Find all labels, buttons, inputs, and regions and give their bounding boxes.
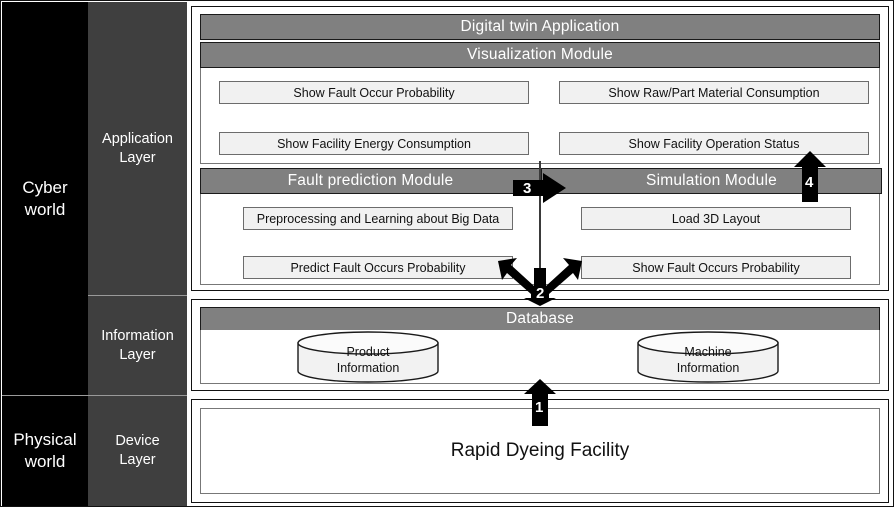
item-show-fault-occurs-probability[interactable]: Show Fault Occurs Probability — [581, 256, 851, 279]
layer-cell-device: Device Layer — [88, 396, 187, 506]
visualization-module-bar: Visualization Module — [200, 42, 880, 68]
database-label: Database — [506, 310, 574, 327]
item-show-facility-energy-consumption[interactable]: Show Facility Energy Consumption — [219, 132, 529, 155]
item-label: Show Fault Occurs Probability — [632, 260, 800, 275]
digital-twin-application-bar: Digital twin Application — [200, 14, 880, 40]
visualization-module-label: Visualization Module — [467, 46, 613, 63]
world-label-physical: Physical world — [13, 430, 77, 471]
world-cell-physical: Physical world — [2, 396, 88, 506]
layer-cell-information: Information Layer — [88, 296, 187, 396]
layer-label-device: Device Layer — [115, 433, 160, 468]
item-label: Load 3D Layout — [671, 211, 761, 226]
world-label-cyber: Cyber world — [22, 177, 68, 219]
item-show-raw-part-material-consumption[interactable]: Show Raw/Part Material Consumption — [559, 81, 869, 104]
item-label: Show Fault Occur Probability — [293, 85, 455, 100]
item-show-fault-occur-probability[interactable]: Show Fault Occur Probability — [219, 81, 529, 104]
item-label: Show Facility Energy Consumption — [277, 136, 471, 151]
rapid-dyeing-facility-label: Rapid Dyeing Facility — [450, 440, 630, 461]
item-label: Show Raw/Part Material Consumption — [608, 85, 820, 100]
arrow-2-modules-to-database: 2 — [498, 256, 582, 306]
item-label: Predict Fault Occurs Probability — [290, 260, 466, 275]
item-label: Preprocessing and Learning about Big Dat… — [256, 211, 500, 226]
visualization-module-panel: Visualization Module Show Fault Occur Pr… — [200, 42, 880, 164]
layer-cell-application: Application Layer — [88, 2, 187, 296]
database-bar: Database — [200, 307, 880, 331]
item-load-3d-layout[interactable]: Load 3D Layout — [581, 207, 851, 230]
world-cell-cyber: Cyber world — [2, 2, 88, 396]
arrow-3-fault-prediction-to-simulation: 3 — [513, 173, 567, 203]
item-label: Show Facility Operation Status — [628, 136, 800, 151]
arrow-4-simulation-to-visualization: 4 — [794, 151, 826, 203]
simulation-module-bar: Simulation Module — [541, 168, 882, 194]
information-layer-panel: Database Product Information Machine Inf — [191, 299, 889, 391]
item-predict-fault-occurs-probability[interactable]: Predict Fault Occurs Probability — [243, 256, 513, 279]
layer-label-information: Information Layer — [101, 327, 174, 363]
database-store-product[interactable]: Product Information — [296, 331, 440, 383]
digital-twin-architecture-diagram: Cyber world Physical world Application Laye… — [0, 0, 894, 507]
arrow-1-device-to-information: 1 — [524, 379, 556, 427]
digital-twin-application-label: Digital twin Application — [460, 18, 620, 35]
item-preprocessing-and-learning-big-data[interactable]: Preprocessing and Learning about Big Dat… — [243, 207, 513, 230]
fault-prediction-module-bar: Fault prediction Module — [200, 168, 541, 194]
simulation-module-label: Simulation Module — [646, 172, 777, 189]
layer-label-application: Application Layer — [102, 130, 173, 166]
fault-prediction-module-label: Fault prediction Module — [287, 172, 454, 189]
database-store-machine[interactable]: Machine Information — [636, 331, 780, 383]
